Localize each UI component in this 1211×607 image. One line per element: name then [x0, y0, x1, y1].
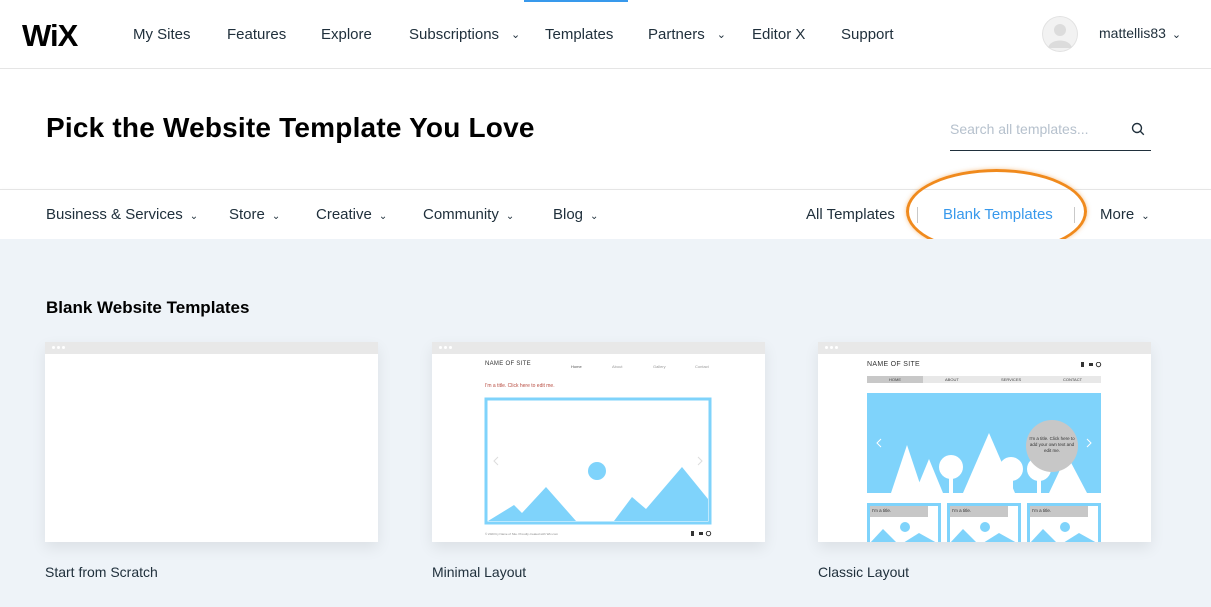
- preview-bubble-text: I'm a title. Click here to add your own …: [1029, 436, 1075, 453]
- preview-menu-item: Gallery: [653, 364, 666, 369]
- preview-box-title: I'm a title.: [872, 508, 892, 513]
- preview-title-text: I'm a title. Click here to edit me.: [485, 383, 555, 389]
- template-card-minimal[interactable]: NAME OF SITE Home About Gallery Contact …: [432, 342, 765, 580]
- section-title: Blank Website Templates: [46, 298, 250, 317]
- category-store[interactable]: Store ⌄: [229, 190, 280, 240]
- nav-subscriptions[interactable]: Subscriptions ⌄: [409, 0, 520, 69]
- search-input[interactable]: [950, 112, 1130, 146]
- preview-menu-item: About: [612, 364, 623, 369]
- category-business-services[interactable]: Business & Services ⌄: [46, 190, 198, 240]
- nav-editor-x[interactable]: Editor X: [752, 0, 805, 69]
- preview-content-boxes: [867, 503, 1101, 542]
- nav-explore[interactable]: Explore: [321, 0, 372, 69]
- browser-bar: [45, 342, 378, 354]
- template-card-label[interactable]: Start from Scratch: [45, 564, 158, 580]
- category-blank-templates[interactable]: Blank Templates: [943, 190, 1053, 240]
- nav-support[interactable]: Support: [841, 0, 894, 69]
- chevron-down-icon: ⌄: [511, 28, 521, 41]
- category-more[interactable]: More ⌄: [1100, 190, 1150, 240]
- user-avatar-icon[interactable]: [1042, 16, 1078, 52]
- social-icons: [691, 531, 712, 537]
- chevron-down-icon: ⌄: [590, 211, 599, 222]
- category-creative[interactable]: Creative ⌄: [316, 190, 387, 240]
- nav-active-indicator: [524, 0, 628, 2]
- template-card-label[interactable]: Classic Layout: [818, 564, 909, 580]
- template-card-classic[interactable]: NAME OF SITE HOME ABOUT SERVICES CONTACT: [818, 342, 1151, 580]
- preview-menu-item: Home: [571, 364, 582, 369]
- nav-templates[interactable]: Templates: [545, 0, 613, 69]
- template-card-blank[interactable]: Start from Scratch: [45, 342, 378, 580]
- search-box: [950, 112, 1151, 151]
- templates-content: Blank Website Templates Start from Scrat…: [0, 239, 1211, 607]
- chevron-down-icon: ⌄: [189, 211, 199, 222]
- template-preview[interactable]: NAME OF SITE HOME ABOUT SERVICES CONTACT: [818, 342, 1151, 542]
- preview-site-name: NAME OF SITE: [867, 361, 920, 368]
- category-divider: [917, 207, 918, 223]
- page-title: Pick the Website Template You Love: [46, 112, 535, 143]
- preview-menu-item: SERVICES: [1001, 377, 1022, 382]
- preview-menu-item: CONTACT: [1063, 377, 1083, 382]
- wix-logo[interactable]: WiX: [22, 18, 94, 50]
- category-blog[interactable]: Blog ⌄: [553, 190, 598, 240]
- preview-site-name: NAME OF SITE: [485, 361, 531, 367]
- preview-menu-bar: HOME ABOUT SERVICES CONTACT: [867, 376, 1101, 383]
- top-navigation: WiX My Sites Features Explore Subscripti…: [0, 0, 1211, 69]
- chevron-down-icon: ⌄: [378, 211, 388, 222]
- nav-my-sites[interactable]: My Sites: [133, 0, 191, 69]
- category-divider: [1074, 207, 1075, 223]
- chevron-down-icon: ⌄: [505, 211, 515, 222]
- image-placeholder-icon: [484, 397, 712, 525]
- preview-footer-text: © 2023 by Name of Site. Proudly created …: [485, 532, 559, 536]
- chevron-down-icon: ⌄: [1171, 29, 1182, 41]
- chevron-down-icon: ⌄: [716, 28, 726, 41]
- category-bar: Business & Services ⌄ Store ⌄ Creative ⌄ Co…: [0, 189, 1211, 239]
- browser-bar: [432, 342, 765, 354]
- svg-text:WiX: WiX: [22, 18, 79, 50]
- template-preview[interactable]: NAME OF SITE Home About Gallery Contact …: [432, 342, 765, 542]
- preview-box-title: I'm a title.: [1032, 508, 1052, 513]
- preview-menu-item: Contact: [695, 364, 709, 369]
- template-card-label[interactable]: Minimal Layout: [432, 564, 526, 580]
- category-all-templates[interactable]: All Templates: [806, 190, 895, 240]
- template-preview[interactable]: [45, 342, 378, 542]
- nav-features[interactable]: Features: [227, 0, 286, 69]
- browser-bar: [818, 342, 1151, 354]
- chevron-down-icon: ⌄: [271, 211, 281, 222]
- preview-box-title: I'm a title.: [952, 508, 972, 513]
- preview-menu-item: HOME: [889, 377, 901, 382]
- category-community[interactable]: Community ⌄: [423, 190, 514, 240]
- nav-partners[interactable]: Partners ⌄: [648, 0, 726, 69]
- chevron-down-icon: ⌄: [1141, 211, 1150, 222]
- social-icons: [1081, 362, 1102, 368]
- preview-menu-item: ABOUT: [945, 377, 959, 382]
- search-icon[interactable]: [1131, 122, 1145, 136]
- user-menu[interactable]: mattellis83 ⌄: [1099, 0, 1181, 68]
